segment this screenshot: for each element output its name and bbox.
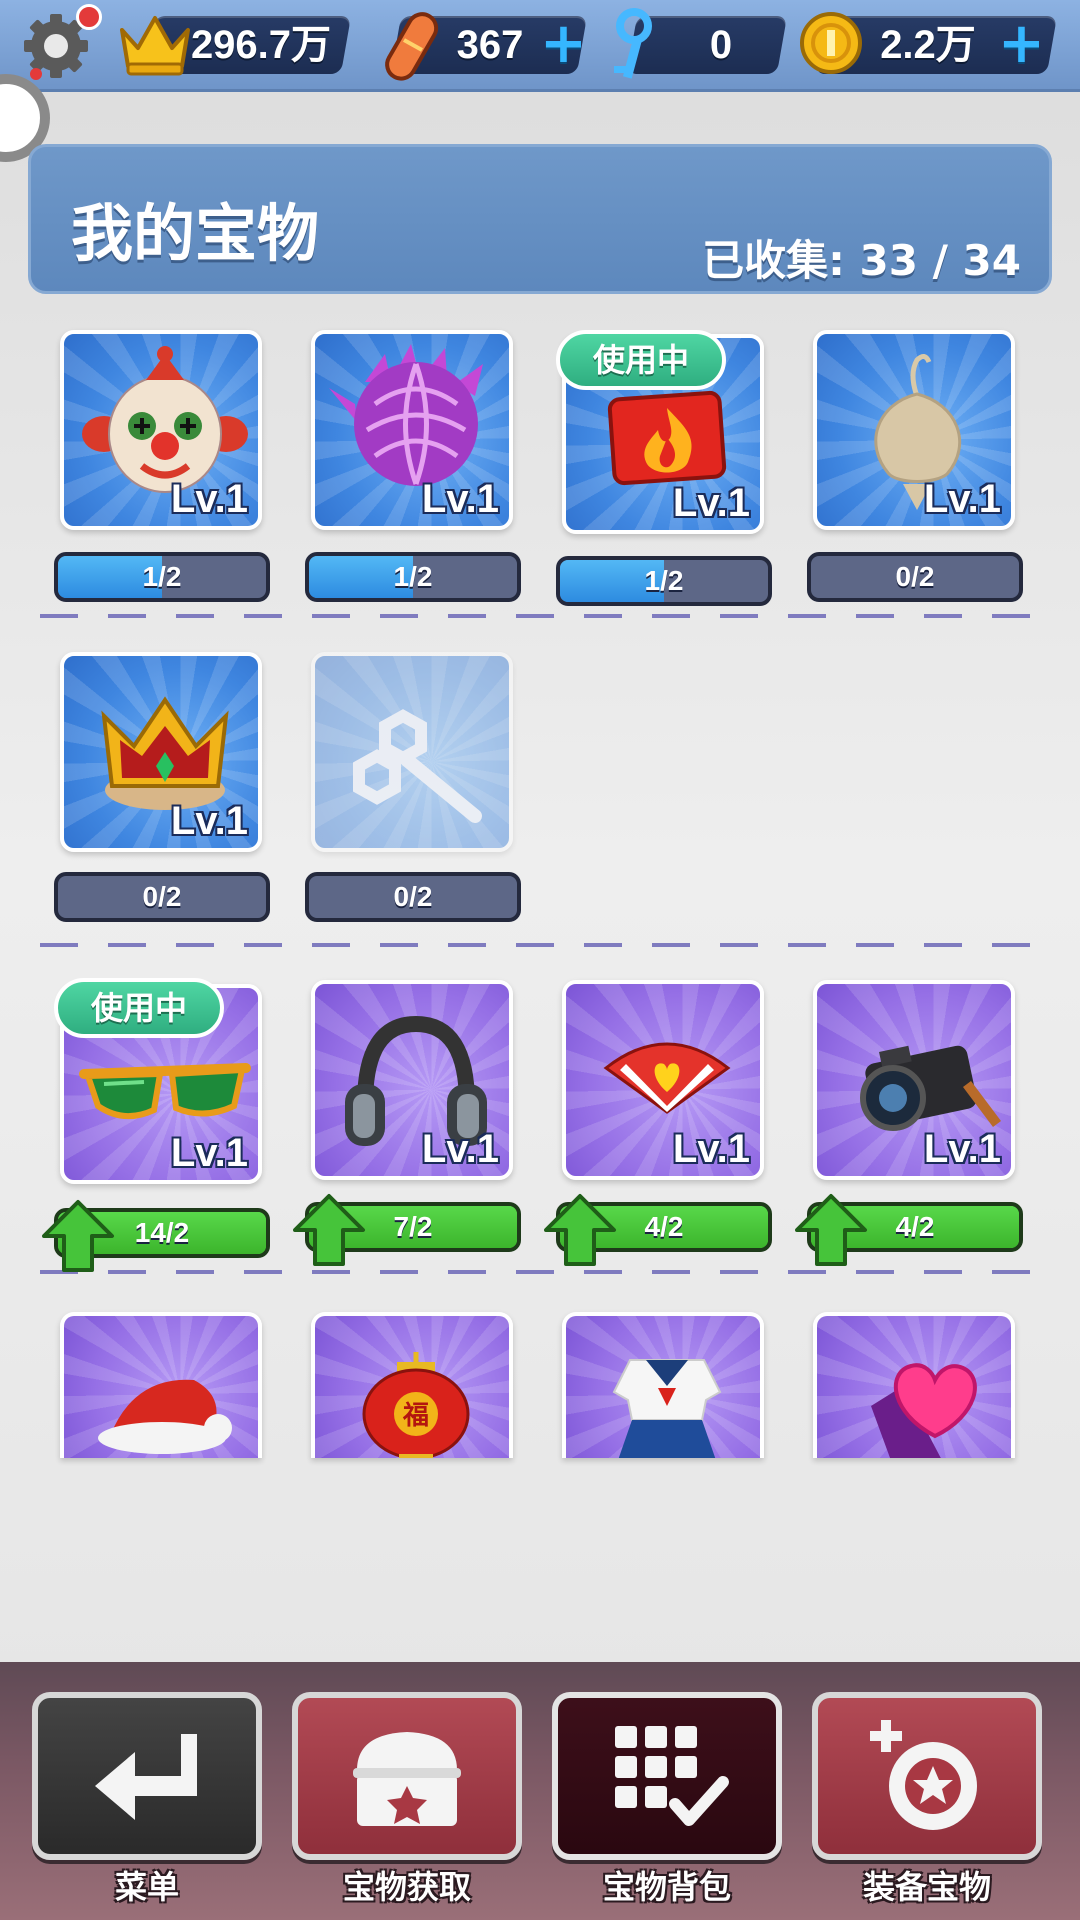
upgrade-arrow-icon[interactable] <box>291 1192 367 1268</box>
equip-treasure-button[interactable] <box>812 1692 1042 1860</box>
treasure-card[interactable]: Lv.1 <box>311 980 513 1180</box>
treasure-card[interactable]: Lv.1 <box>60 330 262 530</box>
equip-treasure-label: 装备宝物 <box>862 1868 991 1906</box>
progress-text: 1/2 <box>142 561 182 592</box>
row-divider <box>40 943 1040 947</box>
treasure-card[interactable] <box>813 1312 1015 1458</box>
menu-label: 菜单 <box>114 1868 179 1906</box>
collected-value: 33 / 34 <box>859 236 1021 285</box>
treasure-card[interactable]: Lv.1 <box>813 330 1015 530</box>
return-arrow-icon <box>95 1734 197 1820</box>
progress-bar: 1/2 <box>305 552 521 602</box>
progress-text: 0/2 <box>142 881 182 912</box>
coin-count: 2.2万 <box>880 23 976 67</box>
in-use-badge: 使用中 <box>54 978 224 1038</box>
upgrade-arrow-icon[interactable] <box>793 1192 869 1268</box>
level-label: Lv.1 <box>923 477 1001 521</box>
upgrade-arrow-icon[interactable] <box>40 1198 116 1274</box>
in-use-badge: 使用中 <box>556 330 726 390</box>
hoverboard-count: 367 <box>456 23 524 67</box>
top-status-bar: 296.7万 367 + 0 2.2万 + <box>0 0 1080 92</box>
progress-text: 1/2 <box>393 561 433 592</box>
sailor-uniform-icon <box>612 1359 722 1458</box>
level-label: Lv.1 <box>421 1127 499 1171</box>
crown-count: 296.7万 <box>190 23 332 67</box>
menu-button[interactable] <box>32 1692 262 1860</box>
progress-bar: 0/2 <box>807 552 1023 602</box>
heart-gem-icon <box>871 1363 977 1458</box>
red-lantern-icon: 福 <box>362 1352 470 1458</box>
lantern-character: 福 <box>402 1401 429 1431</box>
treasure-card[interactable]: Lv.1 <box>60 652 262 852</box>
key-count: 0 <box>709 23 733 67</box>
santa-hat-icon <box>98 1379 232 1454</box>
progress-text: 0/2 <box>895 561 935 592</box>
collected-label: 已收集: <box>702 236 845 285</box>
progress-bar: 1/2 <box>556 556 772 606</box>
progress-bar: 1/2 <box>54 552 270 602</box>
level-label: Lv.1 <box>170 477 248 521</box>
row-divider <box>40 614 1040 618</box>
upgrade-arrow-icon[interactable] <box>542 1192 618 1268</box>
equip-badge-icon <box>870 1720 977 1830</box>
treasure-card[interactable] <box>562 1312 764 1458</box>
progress-text: 0/2 <box>393 881 433 912</box>
treasure-card[interactable]: Lv.1 <box>311 330 513 530</box>
level-label: Lv.1 <box>170 799 248 843</box>
treasure-backpack-label: 宝物背包 <box>602 1868 731 1906</box>
collected-counter: 已收集: 33 / 34 <box>702 227 1021 288</box>
treasure-acquire-button[interactable] <box>292 1692 522 1860</box>
wind-up-key-icon <box>353 709 482 823</box>
level-label: Lv.1 <box>421 477 499 521</box>
level-label: Lv.1 <box>170 1131 248 1175</box>
treasure-card[interactable] <box>60 1312 262 1458</box>
treasure-card[interactable]: Lv.1 <box>562 980 764 1180</box>
progress-bar: 0/2 <box>305 872 521 922</box>
progress-text: 1/2 <box>644 565 684 596</box>
treasure-header-panel: 我的宝物 已收集: 33 / 34 <box>28 144 1052 294</box>
page-title: 我的宝物 <box>71 197 320 270</box>
treasure-chest-icon <box>353 1732 461 1826</box>
key-icon <box>614 8 652 79</box>
treasure-card[interactable]: 福 <box>311 1312 513 1458</box>
grid-check-icon <box>615 1726 729 1826</box>
coin-icon <box>800 12 862 74</box>
treasure-card-locked[interactable] <box>311 652 513 852</box>
treasure-backpack-button[interactable] <box>552 1692 782 1860</box>
treasure-card[interactable]: Lv.1 <box>813 980 1015 1180</box>
crown-icon <box>120 16 190 76</box>
progress-bar: 0/2 <box>54 872 270 922</box>
add-coins-button[interactable]: + <box>998 16 1045 72</box>
notification-dot <box>76 4 102 30</box>
level-label: Lv.1 <box>672 1127 750 1171</box>
row-divider <box>40 1270 1040 1274</box>
treasure-acquire-label: 宝物获取 <box>342 1868 471 1906</box>
bottom-navigation: 菜单 宝物获取 宝物背包 装备宝物 <box>0 1662 1080 1920</box>
add-hoverboards-button[interactable]: + <box>540 16 587 72</box>
level-label: Lv.1 <box>923 1127 1001 1171</box>
level-label: Lv.1 <box>672 481 750 525</box>
